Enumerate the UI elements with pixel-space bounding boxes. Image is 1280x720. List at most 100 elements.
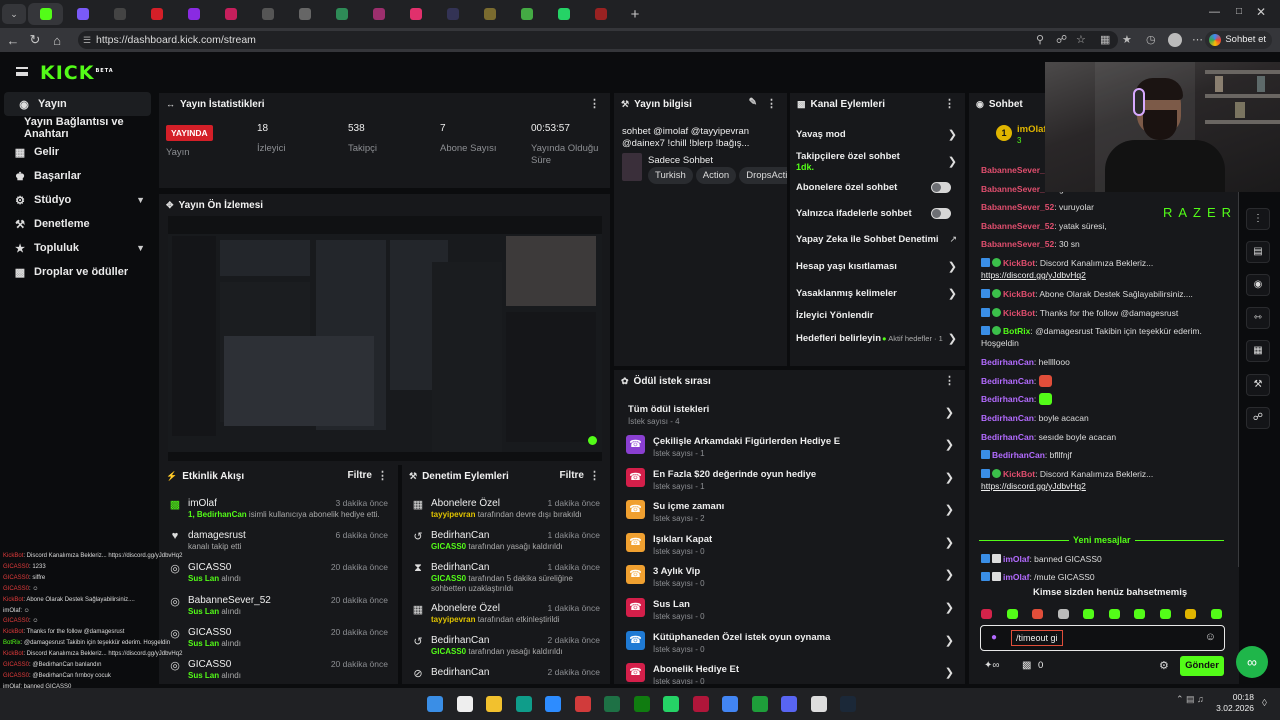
zoom-icon[interactable]: ⚲ bbox=[1036, 33, 1044, 46]
browser-tab[interactable] bbox=[250, 3, 285, 25]
favorites-icon[interactable]: ★ bbox=[1122, 33, 1132, 46]
bookmark-star-icon[interactable]: ☆ bbox=[1076, 33, 1086, 46]
reward-row[interactable]: ☎ Sus Lan İstek sayısı - 0 ❯ bbox=[622, 596, 962, 628]
chat-username[interactable]: KickBot bbox=[1003, 469, 1035, 479]
kick-logo[interactable]: KICKBETA bbox=[40, 62, 114, 84]
chevron-right-icon[interactable]: ❯ bbox=[948, 332, 957, 345]
chat-username[interactable]: BabanneSever_52 bbox=[981, 202, 1054, 212]
subs-only-toggle[interactable] bbox=[931, 182, 951, 193]
sidebar-item-denetleme[interactable]: ⚒ Denetleme bbox=[0, 212, 155, 236]
taskbar-app-icon[interactable] bbox=[486, 696, 502, 712]
chat-username[interactable]: BabanneSever_52 bbox=[981, 165, 1054, 175]
reload-icon[interactable]: ↻ bbox=[24, 32, 46, 48]
browser-tab[interactable] bbox=[546, 3, 581, 25]
activity-item[interactable]: ◎ GICASS0 20 dakika önce Sus Lan alındı bbox=[159, 656, 398, 684]
browser-tab[interactable] bbox=[435, 3, 470, 25]
sidebar-item-yayin[interactable]: ◉ Yayın bbox=[4, 92, 151, 116]
chat-username[interactable]: BedirhanCan bbox=[981, 413, 1034, 423]
sidebar-item-droplar[interactable]: ▩ Droplar ve ödüller bbox=[0, 260, 155, 284]
browser-tab[interactable] bbox=[176, 3, 211, 25]
home-icon[interactable]: ⌂ bbox=[46, 33, 68, 48]
sidebar-item-basarilar[interactable]: ♚ Başarılar bbox=[0, 164, 155, 188]
chat-username[interactable]: BedirhanCan bbox=[981, 376, 1034, 386]
chat-username[interactable]: BabanneSever_52 bbox=[981, 184, 1054, 194]
stream-preview-video[interactable] bbox=[168, 216, 602, 461]
chevron-right-icon[interactable]: ❯ bbox=[945, 503, 954, 516]
chat-message[interactable]: KickBot: Thanks for the follow @damagesr… bbox=[981, 307, 1178, 319]
browser-tab[interactable] bbox=[398, 3, 433, 25]
profile-avatar[interactable] bbox=[1168, 33, 1182, 47]
moderation-item[interactable]: ▦ Abonelere Özel 1 dakika önce tayyipevran … bbox=[402, 600, 610, 632]
emote-icon[interactable] bbox=[1185, 609, 1196, 619]
tag[interactable]: Turkish bbox=[648, 167, 693, 184]
gift-icon[interactable]: ▩ bbox=[1022, 660, 1031, 671]
taskbar-app-icon[interactable] bbox=[456, 696, 473, 712]
more-options-icon[interactable]: ⋮ bbox=[944, 374, 955, 387]
chat-message[interactable]: KickBot: Discord Kanalımıza Bekleriz... h… bbox=[981, 257, 1153, 281]
pinned-user[interactable]: imOlaf bbox=[1017, 124, 1047, 135]
activity-item[interactable]: ◎ BabanneSever_52 20 dakika önce Sus Lan al… bbox=[159, 592, 398, 624]
taskbar-app-icon[interactable] bbox=[633, 696, 650, 712]
chat-username[interactable]: BabanneSever_52 bbox=[981, 221, 1054, 231]
chat-username[interactable]: KickBot bbox=[1003, 258, 1035, 268]
moderation-item[interactable]: ▦ Abonelere Özel 1 dakika önce tayyipevran … bbox=[402, 495, 610, 527]
hamburger-menu-icon[interactable] bbox=[16, 67, 28, 76]
chat-bubble-icon[interactable]: ◉ bbox=[1246, 274, 1270, 296]
chat-message[interactable]: BedirhanCan: bfllfnjf bbox=[981, 449, 1072, 461]
chat-message[interactable]: BabanneSever_52: yatak süresi, bbox=[981, 220, 1107, 232]
menu-dots-icon[interactable]: ⋯ bbox=[1192, 33, 1203, 46]
assistant-fab-icon[interactable]: ∞ bbox=[1236, 646, 1268, 678]
reward-row[interactable]: ☎ Su içme zamanı İstek sayısı - 2 ❯ bbox=[622, 498, 962, 530]
moderation-item[interactable]: ⧗ BedirhanCan 1 dakika önce GICASS0 tarafın… bbox=[402, 559, 610, 593]
channel-points-icon[interactable]: ✦∞ bbox=[984, 660, 1000, 671]
more-options-icon[interactable]: ⋮ bbox=[766, 97, 777, 110]
chat-username[interactable]: BedirhanCan bbox=[992, 450, 1045, 460]
chevron-right-icon[interactable]: ❯ bbox=[948, 128, 957, 141]
taskbar-app-icon[interactable] bbox=[751, 696, 768, 712]
taskbar-app-icon[interactable] bbox=[692, 696, 709, 712]
chevron-right-icon[interactable]: ❯ bbox=[945, 471, 954, 484]
viewer-redirect-row[interactable]: İzleyici Yönlendir bbox=[796, 310, 965, 321]
emote-icon[interactable] bbox=[1057, 609, 1069, 619]
more-options-icon[interactable]: ⋮ bbox=[944, 97, 955, 110]
emote-icon[interactable] bbox=[981, 609, 992, 619]
filter-button[interactable]: Filtre bbox=[348, 470, 372, 481]
ai-moderation-row[interactable]: Yapay Zeka ile Sohbet Denetimi bbox=[796, 234, 965, 245]
close-window-icon[interactable]: ✕ bbox=[1256, 5, 1266, 19]
layout-icon[interactable]: ▦ bbox=[1246, 340, 1270, 362]
chat-username[interactable]: KickBot bbox=[1003, 308, 1035, 318]
chat-message[interactable]: BedirhanCan: bbox=[981, 374, 1053, 387]
extensions-icon[interactable]: ▦ bbox=[1100, 33, 1110, 46]
sidebar-item-studyo[interactable]: ⚙ Stüdyo ▼ bbox=[0, 188, 155, 212]
broadcast-tool-icon[interactable]: ⇿ bbox=[1246, 307, 1270, 329]
maximize-icon[interactable]: □ bbox=[1236, 6, 1242, 17]
chat-message[interactable]: KickBot: Abone Olarak Destek Sağlayabili… bbox=[981, 288, 1193, 300]
chevron-right-icon[interactable]: ❯ bbox=[945, 634, 954, 647]
browser-tab[interactable] bbox=[361, 3, 396, 25]
more-options-icon[interactable]: ⋮ bbox=[589, 97, 600, 110]
share-tool-icon[interactable]: ☍ bbox=[1246, 407, 1270, 429]
slow-mode-row[interactable]: Yavaş mod bbox=[796, 129, 965, 140]
activity-item[interactable]: ◎ GICASS0 20 dakika önce Sus Lan alındı bbox=[159, 624, 398, 656]
chat-link[interactable]: https://discord.gg/yJdbvHq2 bbox=[981, 270, 1086, 280]
browser-tab[interactable] bbox=[287, 3, 322, 25]
chevron-right-icon[interactable]: ❯ bbox=[945, 601, 954, 614]
emoji-picker-icon[interactable]: ☺ bbox=[1205, 631, 1216, 643]
chat-username[interactable]: imOlaf bbox=[1003, 554, 1029, 564]
chat-scrollbar[interactable] bbox=[1238, 187, 1239, 567]
reward-row[interactable]: ☎ Kütüphaneden Özel istek oyun oynama İste… bbox=[622, 629, 962, 661]
tab-search-icon[interactable]: ⌄ bbox=[2, 4, 26, 24]
chat-message[interactable]: BotRix: @damagesrust Takibin için teşekk… bbox=[981, 325, 1202, 349]
taskbar-app-icon[interactable] bbox=[604, 696, 620, 712]
new-tab-icon[interactable]: + bbox=[624, 6, 646, 23]
chat-message[interactable]: BabanneSever_52: 30 sn bbox=[981, 238, 1080, 250]
emote-icon[interactable] bbox=[1159, 609, 1171, 619]
chevron-right-icon[interactable]: ❯ bbox=[948, 155, 957, 168]
reward-row[interactable]: ☎ 3 Aylık Vip İstek sayısı - 0 ❯ bbox=[622, 563, 962, 595]
taskbar-app-icon[interactable] bbox=[722, 696, 738, 712]
emote-icon[interactable] bbox=[1006, 609, 1018, 619]
sidebar-item-topluluk[interactable]: ★ Topluluk ▼ bbox=[0, 236, 155, 260]
browser-tab[interactable] bbox=[139, 3, 174, 25]
chevron-right-icon[interactable]: ❯ bbox=[948, 260, 957, 273]
chat-link[interactable]: https://discord.gg/yJdbvHq2 bbox=[981, 481, 1086, 491]
